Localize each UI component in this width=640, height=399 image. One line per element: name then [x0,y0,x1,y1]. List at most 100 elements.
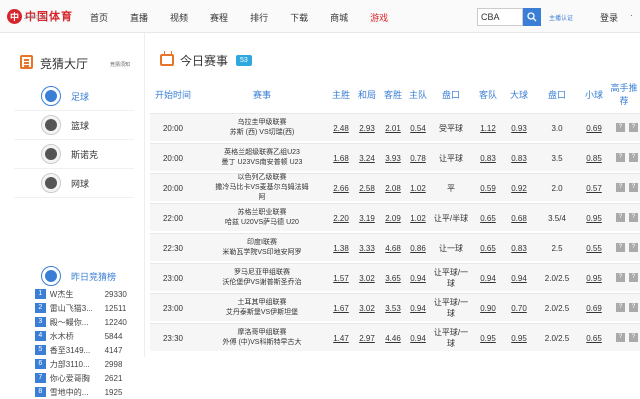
home-cell[interactable]: 0.86 [406,234,430,262]
expert-tip-icon[interactable]: ? [616,183,625,192]
under-cell[interactable]: 0.95 [580,264,608,292]
home-cell[interactable]: 1.02 [406,174,430,202]
nav-download[interactable]: 下载 [290,11,308,24]
over-cell[interactable]: 0.83 [504,234,534,262]
away-cell[interactable]: 0.83 [472,144,504,172]
help-icon[interactable]: ? [629,153,638,162]
help-icon[interactable]: ? [629,303,638,312]
help-icon[interactable]: ? [629,333,638,342]
expert-tip-icon[interactable]: ? [616,213,625,222]
away-win-cell[interactable]: 3.65 [380,264,406,292]
away-cell[interactable]: 0.59 [472,174,504,202]
home-win-cell[interactable]: 1.57 [328,264,354,292]
over-cell[interactable]: 0.95 [504,324,534,352]
ranking-header[interactable]: 昨日竞猜榜 [14,265,134,287]
match-row[interactable]: 23:30 摩洛哥甲组联赛 外傅 (中)VS科斯特早古大 1.47 2.97 4.46 0.… [150,323,640,351]
over-cell[interactable]: 0.83 [504,144,534,172]
home-cell[interactable]: 0.94 [406,294,430,322]
expert-tip-icon[interactable]: ? [616,273,625,282]
guess-rules-link[interactable]: 竞猜须知 [110,61,130,68]
under-cell[interactable]: 0.65 [580,324,608,352]
match-row[interactable]: 23:00 罗马尼亚甲组联赛 沃伦堡伊VS谢普斯圣乔治 1.57 3.02 3.65 0.9… [150,263,640,291]
home-cell[interactable]: 1.02 [406,204,430,232]
expert-tip-icon[interactable]: ? [616,153,625,162]
under-cell[interactable]: 0.69 [580,294,608,322]
home-win-cell[interactable]: 2.20 [328,204,354,232]
help-icon[interactable]: ? [629,183,638,192]
nav-schedule[interactable]: 赛程 [210,11,228,24]
nav-home[interactable]: 首页 [90,11,108,24]
search-input[interactable]: CBA [477,8,523,26]
match-row[interactable]: 20:00 以色列乙级联赛 撒冷马比卡VS麦基尔乌姆法姆阿 2.66 2.58 2.08 1… [150,173,640,201]
away-cell[interactable]: 1.12 [472,114,504,142]
nav-ranking[interactable]: 排行 [250,11,268,24]
home-win-cell[interactable]: 1.67 [328,294,354,322]
search-button[interactable] [523,8,541,26]
sidebar-item-tennis[interactable]: 网球 [14,169,134,198]
draw-cell[interactable]: 2.97 [354,324,380,352]
over-cell[interactable]: 0.94 [504,264,534,292]
over-cell[interactable]: 0.93 [504,114,534,142]
match-info[interactable]: 印度I联赛 米勒瓦学院VS印地安阿罗 [212,234,312,262]
help-icon[interactable]: ? [629,243,638,252]
home-win-cell[interactable]: 2.48 [328,114,354,142]
over-cell[interactable]: 0.92 [504,174,534,202]
home-win-cell[interactable]: 1.68 [328,144,354,172]
away-cell[interactable]: 0.65 [472,234,504,262]
away-cell[interactable]: 0.90 [472,294,504,322]
ranking-row[interactable]: 8 雪地中的... 1925 [14,385,134,399]
away-cell[interactable]: 0.65 [472,204,504,232]
ranking-row[interactable]: 2 雷山飞猫3... 12511 [14,301,134,315]
away-win-cell[interactable]: 2.08 [380,174,406,202]
home-win-cell[interactable]: 1.38 [328,234,354,262]
sidebar-item-snooker[interactable]: 斯诺克 [14,140,134,169]
ranking-row[interactable]: 1 W杰生 29330 [14,287,134,301]
expert-tip-icon[interactable]: ? [616,333,625,342]
match-info[interactable]: 摩洛哥甲组联赛 外傅 (中)VS科斯特早古大 [212,324,312,352]
away-win-cell[interactable]: 3.53 [380,294,406,322]
under-cell[interactable]: 0.85 [580,144,608,172]
ranking-row[interactable]: 6 力部3110... 2998 [14,357,134,371]
help-icon[interactable]: ? [629,213,638,222]
home-cell[interactable]: 0.78 [406,144,430,172]
draw-cell[interactable]: 3.24 [354,144,380,172]
match-info[interactable]: 乌拉圭甲级联赛 苏斯 (西) VS切瑞(西) [212,114,312,142]
match-row[interactable]: 20:00 英格兰超级联赛乙组U23 曼丁 U23VS南安普顿 U23 1.68 3.2… [150,143,640,171]
help-icon[interactable]: ? [629,273,638,282]
draw-cell[interactable]: 3.19 [354,204,380,232]
away-cell[interactable]: 0.94 [472,264,504,292]
away-win-cell[interactable]: 4.68 [380,234,406,262]
match-info[interactable]: 苏格兰职业联赛 哈兹 U20VS萨马德 U20 [212,204,312,232]
draw-cell[interactable]: 3.02 [354,294,380,322]
nav-games[interactable]: 游戏 [370,11,388,24]
expert-tip-icon[interactable]: ? [616,123,625,132]
match-row[interactable]: 23:00 土耳其甲组联赛 艾丹泰斯堡VS伊斯坦堡 1.67 3.02 3.53 0.94 让… [150,293,640,321]
over-cell[interactable]: 0.68 [504,204,534,232]
login-dropdown[interactable]: · [630,11,633,20]
match-info[interactable]: 英格兰超级联赛乙组U23 曼丁 U23VS南安普顿 U23 [212,144,312,172]
home-win-cell[interactable]: 2.66 [328,174,354,202]
draw-cell[interactable]: 3.33 [354,234,380,262]
home-win-cell[interactable]: 1.47 [328,324,354,352]
match-row[interactable]: 22:30 印度I联赛 米勒瓦学院VS印地安阿罗 1.38 3.33 4.68 0.86 让一… [150,233,640,261]
ranking-row[interactable]: 4 水木桥 5844 [14,329,134,343]
match-info[interactable]: 土耳其甲组联赛 艾丹泰斯堡VS伊斯坦堡 [212,294,312,322]
home-cell[interactable]: 0.54 [406,114,430,142]
home-cell[interactable]: 0.94 [406,264,430,292]
expert-tip-icon[interactable]: ? [616,303,625,312]
match-row[interactable]: 22:00 苏格兰职业联赛 哈兹 U20VS萨马德 U20 2.20 3.19 2.09 1… [150,203,640,231]
under-cell[interactable]: 0.69 [580,114,608,142]
draw-cell[interactable]: 3.02 [354,264,380,292]
away-win-cell[interactable]: 3.93 [380,144,406,172]
away-win-cell[interactable]: 2.01 [380,114,406,142]
ranking-row[interactable]: 3 殿～鳗你... 12240 [14,315,134,329]
under-cell[interactable]: 0.55 [580,234,608,262]
draw-cell[interactable]: 2.93 [354,114,380,142]
nav-video[interactable]: 视频 [170,11,188,24]
over-cell[interactable]: 0.70 [504,294,534,322]
login-link[interactable]: 登录 [600,11,618,24]
match-row[interactable]: 20:00 乌拉圭甲级联赛 苏斯 (西) VS切瑞(西) 2.48 2.93 2.01 0.… [150,113,640,141]
away-cell[interactable]: 0.95 [472,324,504,352]
draw-cell[interactable]: 2.58 [354,174,380,202]
sidebar-item-football[interactable]: 足球 [14,82,134,111]
